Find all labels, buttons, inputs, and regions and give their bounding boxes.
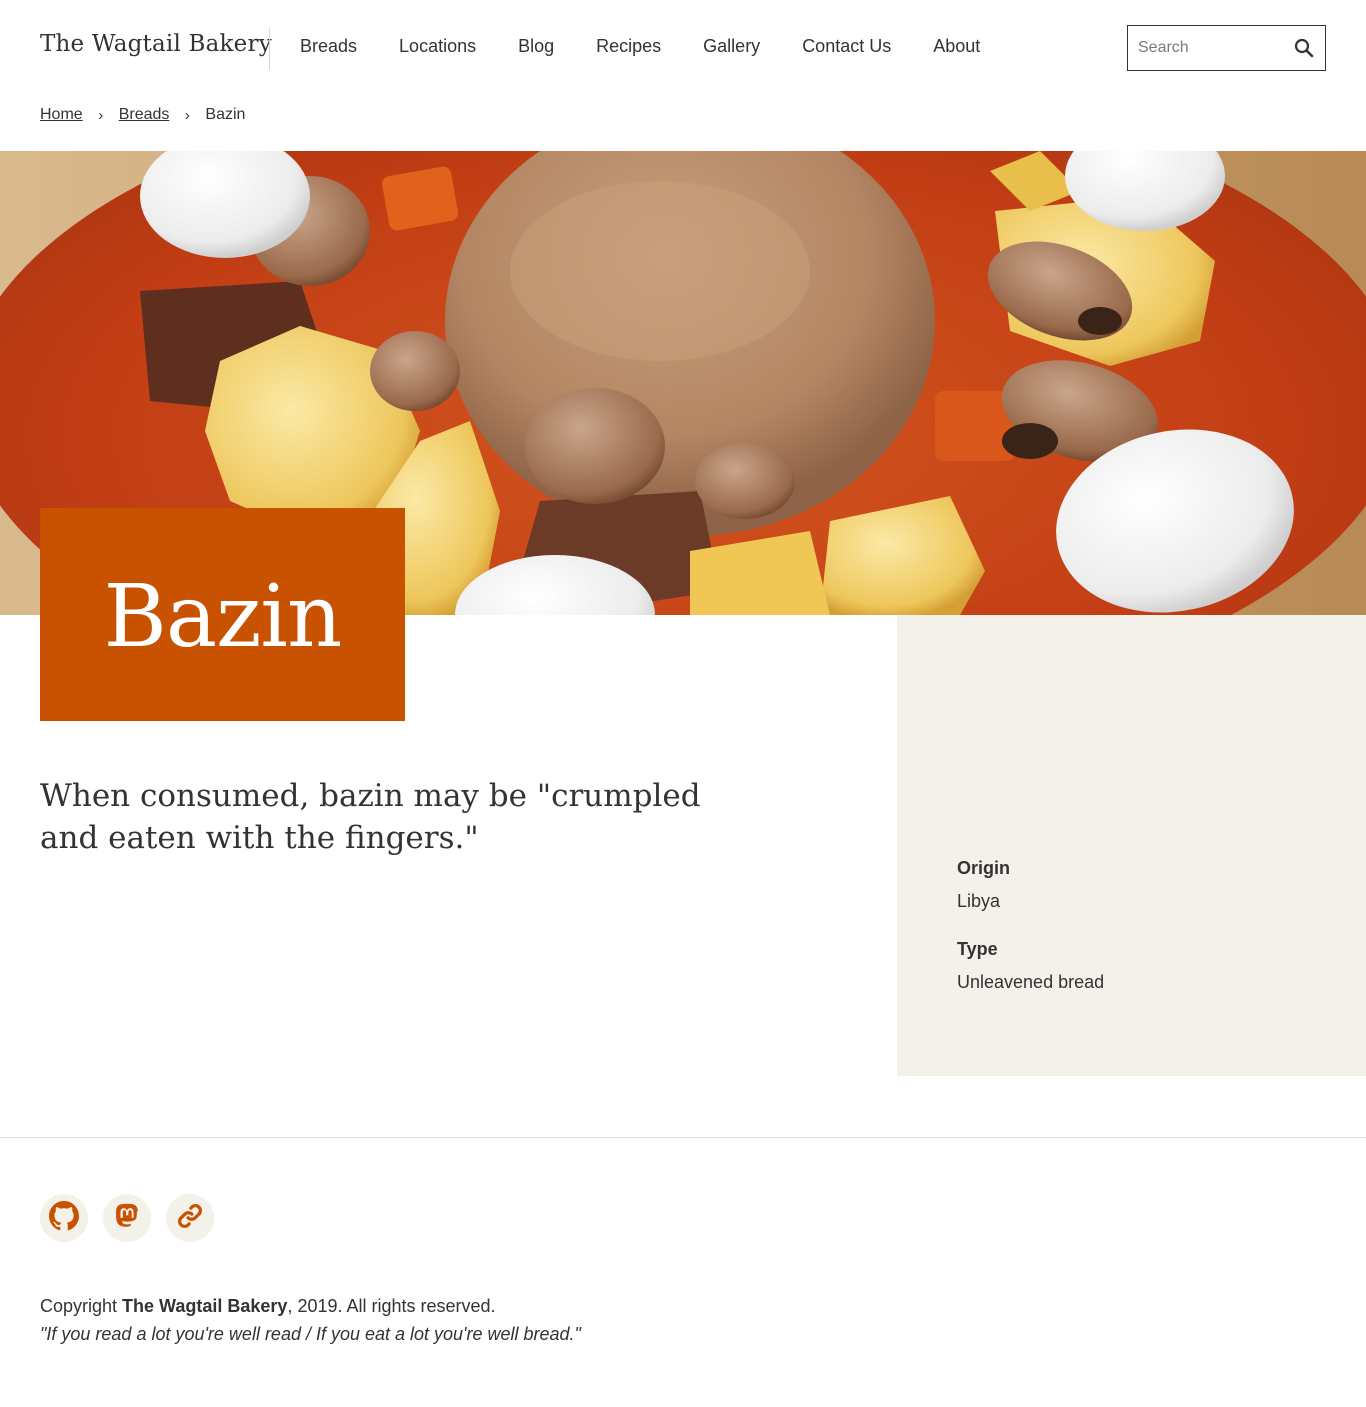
main-nav: Breads Locations Blog Recipes Gallery Co… (300, 36, 1022, 57)
chevron-right-icon: › (98, 106, 104, 124)
mastodon-icon (113, 1202, 141, 1235)
page-title-box: Bazin (40, 508, 405, 721)
nav-item-blog[interactable]: Blog (518, 36, 554, 57)
breadcrumb: Home › Breads › Bazin (40, 106, 245, 124)
type-label: Type (957, 939, 998, 959)
page-title: Bazin (103, 566, 343, 667)
page-intro: When consumed, bazin may be "crumpled an… (40, 778, 701, 856)
nav-item-recipes[interactable]: Recipes (596, 36, 661, 57)
breadcrumb-current: Bazin (205, 106, 246, 123)
website-link[interactable] (166, 1194, 214, 1242)
github-icon (49, 1200, 79, 1236)
search-form (1127, 25, 1326, 71)
type-meta: Type Unleavened bread (957, 939, 1104, 993)
chevron-right-icon: › (184, 106, 190, 124)
copyright-prefix: Copyright (40, 1296, 123, 1316)
nav-item-gallery[interactable]: Gallery (703, 36, 760, 57)
github-link[interactable] (40, 1194, 88, 1242)
mastodon-link[interactable] (103, 1194, 151, 1242)
type-value: Unleavened bread (957, 972, 1105, 992)
bread-details: Origin Libya Type Unleavened bread (897, 615, 1366, 1076)
nav-item-locations[interactable]: Locations (399, 36, 476, 57)
nav-item-breads[interactable]: Breads (300, 36, 357, 57)
social-links (40, 1194, 214, 1242)
footer-divider (0, 1137, 1366, 1138)
logo-divider (269, 28, 270, 70)
nav-item-contact-us[interactable]: Contact Us (802, 36, 891, 57)
nav-item-about[interactable]: About (933, 36, 980, 57)
search-icon[interactable] (1293, 37, 1315, 59)
copyright-suffix: , 2019. All rights reserved. (287, 1296, 496, 1316)
breadcrumb-breads[interactable]: Breads (119, 106, 170, 124)
origin-meta: Origin Libya (957, 858, 1010, 912)
search-input[interactable] (1128, 26, 1288, 70)
link-icon (175, 1201, 205, 1236)
origin-label: Origin (957, 858, 1010, 878)
site-header: The Wagtail Bakery Breads Locations Blog… (0, 0, 1366, 96)
origin-value: Libya (957, 891, 1001, 911)
site-logo[interactable]: The Wagtail Bakery (40, 31, 272, 57)
footer-motto: "If you read a lot you're well read / If… (40, 1324, 581, 1344)
copyright: Copyright The Wagtail Bakery, 2019. All … (40, 1296, 496, 1317)
copyright-name: The Wagtail Bakery (122, 1296, 288, 1316)
breadcrumb-home[interactable]: Home (40, 106, 83, 124)
